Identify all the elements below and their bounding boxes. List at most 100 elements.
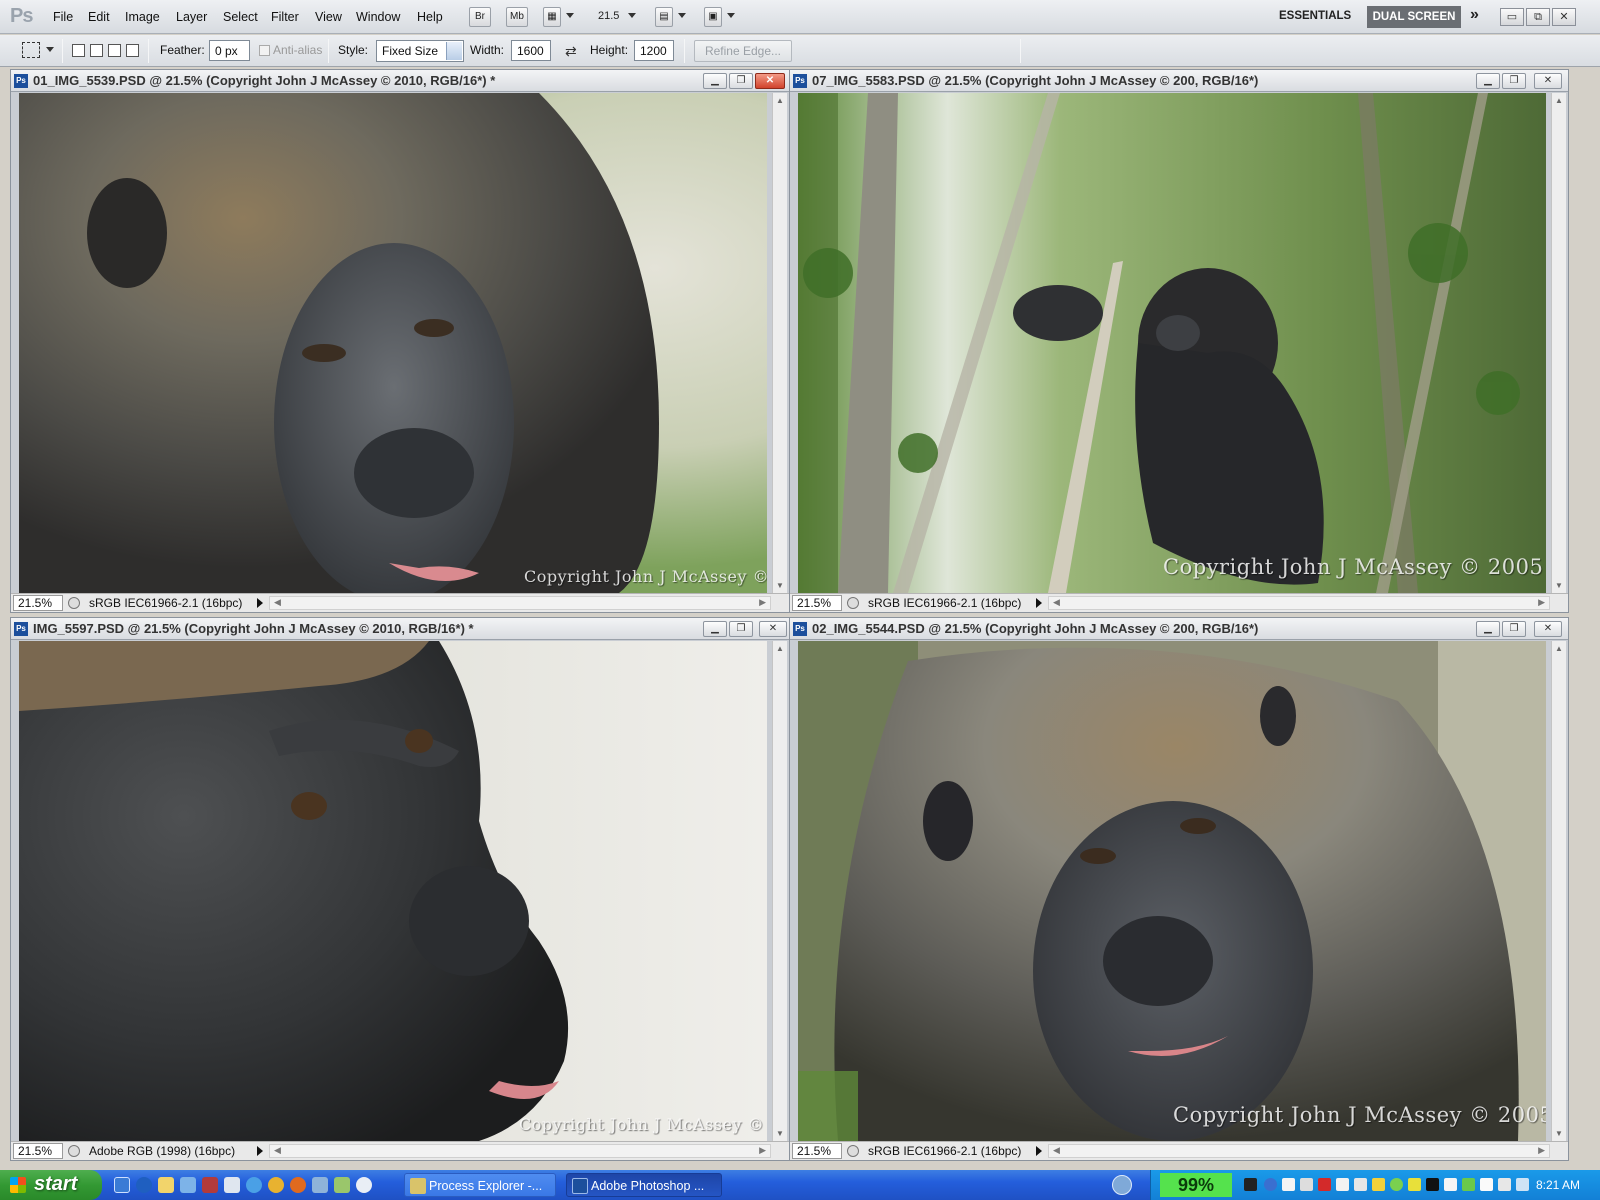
ati-tray-icon[interactable] xyxy=(1318,1178,1331,1191)
speaker-tray-icon[interactable] xyxy=(1498,1178,1511,1191)
document-window-2[interactable]: Ps 07_IMG_5583.PSD @ 21.5% (Copyright Jo… xyxy=(789,69,1569,613)
scroll-down-icon[interactable]: ▼ xyxy=(1555,581,1563,590)
network-tray-icon[interactable] xyxy=(1282,1178,1295,1191)
taskbar-photoshop[interactable]: Adobe Photoshop ... xyxy=(566,1173,722,1197)
rectangular-marquee-icon[interactable] xyxy=(22,42,40,58)
document-restore-button[interactable]: ❐ xyxy=(1502,621,1526,637)
sync-tray-icon[interactable] xyxy=(1462,1178,1475,1191)
document-window-4[interactable]: Ps 02_IMG_5544.PSD @ 21.5% (Copyright Jo… xyxy=(789,617,1569,1161)
scroll-right-icon[interactable]: ▶ xyxy=(1538,597,1545,608)
bluetooth-tray-icon[interactable] xyxy=(1264,1178,1277,1191)
anti-alias-checkbox[interactable] xyxy=(259,45,270,56)
power-plug-icon[interactable] xyxy=(1244,1178,1257,1191)
document-canvas[interactable]: Copyright John J McAssey © 2010 xyxy=(19,93,767,593)
vertical-scrollbar[interactable]: ▲ ▼ xyxy=(1551,93,1566,593)
arrange-documents-button[interactable]: ▤ xyxy=(655,7,673,27)
show-desktop-icon[interactable] xyxy=(180,1177,196,1193)
style-select[interactable]: Fixed Size xyxy=(376,40,464,62)
document-minimize-button[interactable]: ▁ xyxy=(1476,73,1500,89)
notepad-icon[interactable] xyxy=(224,1177,240,1193)
add-to-selection-icon[interactable] xyxy=(90,44,103,57)
document-zoom-field[interactable]: 21.5% xyxy=(13,1143,63,1159)
media-app-icon[interactable] xyxy=(202,1177,218,1193)
scroll-up-icon[interactable]: ▲ xyxy=(776,644,784,653)
view-extras-button[interactable]: ▦ xyxy=(543,7,561,27)
document-window-3[interactable]: Ps IMG_5597.PSD @ 21.5% (Copyright John … xyxy=(10,617,790,1161)
document-close-button[interactable]: ✕ xyxy=(755,73,785,89)
chevron-down-icon[interactable] xyxy=(678,13,686,18)
monitor-tray-icon[interactable] xyxy=(1354,1178,1367,1191)
document-title-bar[interactable]: Ps 02_IMG_5544.PSD @ 21.5% (Copyright Jo… xyxy=(790,618,1568,640)
chevron-down-icon[interactable] xyxy=(446,42,462,60)
status-info-icon[interactable] xyxy=(847,1145,859,1157)
update-tray-icon[interactable] xyxy=(1390,1178,1403,1191)
more-workspaces-icon[interactable]: » xyxy=(1470,6,1479,24)
workspace-dual-screen[interactable]: DUAL SCREEN xyxy=(1367,6,1461,28)
scroll-up-icon[interactable]: ▲ xyxy=(776,96,784,105)
refine-edge-button[interactable]: Refine Edge... xyxy=(694,40,792,62)
document-title-bar[interactable]: Ps IMG_5597.PSD @ 21.5% (Copyright John … xyxy=(11,618,789,640)
app-minimize-button[interactable]: ▭ xyxy=(1500,8,1524,26)
horizontal-scrollbar[interactable]: ◀ ▶ xyxy=(1048,596,1550,610)
document-zoom-field[interactable]: 21.5% xyxy=(792,595,842,611)
chrome-icon[interactable] xyxy=(268,1177,284,1193)
new-selection-icon[interactable] xyxy=(72,44,85,57)
window-tray-icon[interactable] xyxy=(1444,1178,1457,1191)
menu-select[interactable]: Select xyxy=(223,10,258,24)
status-menu-arrow-icon[interactable] xyxy=(1036,598,1042,608)
chevron-down-icon[interactable] xyxy=(628,13,636,18)
firefox-icon[interactable] xyxy=(290,1177,306,1193)
scroll-up-icon[interactable]: ▲ xyxy=(1555,96,1563,105)
status-menu-arrow-icon[interactable] xyxy=(1036,1146,1042,1156)
document-close-button[interactable]: ✕ xyxy=(759,621,787,637)
chevron-down-icon[interactable] xyxy=(566,13,574,18)
zoom-level[interactable]: 21.5 xyxy=(598,10,619,22)
scroll-right-icon[interactable]: ▶ xyxy=(759,597,766,608)
scroll-right-icon[interactable]: ▶ xyxy=(759,1145,766,1156)
volume-tray-icon[interactable] xyxy=(1516,1178,1529,1191)
shield-tray-icon[interactable] xyxy=(1408,1178,1421,1191)
scroll-right-icon[interactable]: ▶ xyxy=(1538,1145,1545,1156)
document-restore-button[interactable]: ❐ xyxy=(729,73,753,89)
taskbar-clock[interactable]: 8:21 AM xyxy=(1536,1178,1580,1192)
status-menu-arrow-icon[interactable] xyxy=(257,1146,263,1156)
status-info-icon[interactable] xyxy=(68,1145,80,1157)
vertical-scrollbar[interactable]: ▲ ▼ xyxy=(772,93,787,593)
display-tray-icon[interactable] xyxy=(1426,1178,1439,1191)
document-zoom-field[interactable]: 21.5% xyxy=(792,1143,842,1159)
wifi-tray-icon[interactable] xyxy=(1336,1178,1349,1191)
folder-icon[interactable] xyxy=(158,1177,174,1193)
workspace-essentials[interactable]: ESSENTIALS xyxy=(1279,10,1351,22)
launch-bridge-button[interactable]: Br xyxy=(469,7,491,27)
document-canvas[interactable]: Copyright John J McAssey © 2005 xyxy=(798,641,1546,1141)
scroll-left-icon[interactable]: ◀ xyxy=(274,597,281,608)
network-icon[interactable] xyxy=(312,1177,328,1193)
document-window-1[interactable]: Ps 01_IMG_5539.PSD @ 21.5% (Copyright Jo… xyxy=(10,69,790,613)
chevron-down-icon[interactable] xyxy=(46,47,54,52)
menu-edit[interactable]: Edit xyxy=(88,10,110,24)
document-minimize-button[interactable]: ▁ xyxy=(1476,621,1500,637)
usb-tray-icon[interactable] xyxy=(1300,1178,1313,1191)
scroll-left-icon[interactable]: ◀ xyxy=(274,1145,281,1156)
status-info-icon[interactable] xyxy=(847,597,859,609)
subtract-from-selection-icon[interactable] xyxy=(108,44,121,57)
horizontal-scrollbar[interactable]: ◀ ▶ xyxy=(269,1144,771,1158)
menu-window[interactable]: Window xyxy=(356,10,400,24)
app-close-button[interactable]: ✕ xyxy=(1552,8,1576,26)
taskbar-process-explorer[interactable]: Process Explorer -... xyxy=(404,1173,556,1197)
scroll-down-icon[interactable]: ▼ xyxy=(776,1129,784,1138)
document-canvas[interactable]: Copyright John J McAssey © 2010 xyxy=(19,641,767,1141)
bluetooth-icon[interactable] xyxy=(136,1177,152,1193)
start-button[interactable]: start xyxy=(0,1170,102,1200)
tray-collapse-icon[interactable] xyxy=(1112,1175,1132,1195)
vertical-scrollbar[interactable]: ▲ ▼ xyxy=(772,641,787,1141)
document-title-bar[interactable]: Ps 07_IMG_5583.PSD @ 21.5% (Copyright Jo… xyxy=(790,70,1568,92)
document-restore-button[interactable]: ❐ xyxy=(1502,73,1526,89)
menu-filter[interactable]: Filter xyxy=(271,10,299,24)
menu-file[interactable]: File xyxy=(53,10,73,24)
document-close-button[interactable]: ✕ xyxy=(1534,621,1562,637)
scroll-left-icon[interactable]: ◀ xyxy=(1053,597,1060,608)
app-launcher-icon[interactable] xyxy=(334,1177,350,1193)
vertical-scrollbar[interactable]: ▲ ▼ xyxy=(1551,641,1566,1141)
document-title-bar[interactable]: Ps 01_IMG_5539.PSD @ 21.5% (Copyright Jo… xyxy=(11,70,789,92)
